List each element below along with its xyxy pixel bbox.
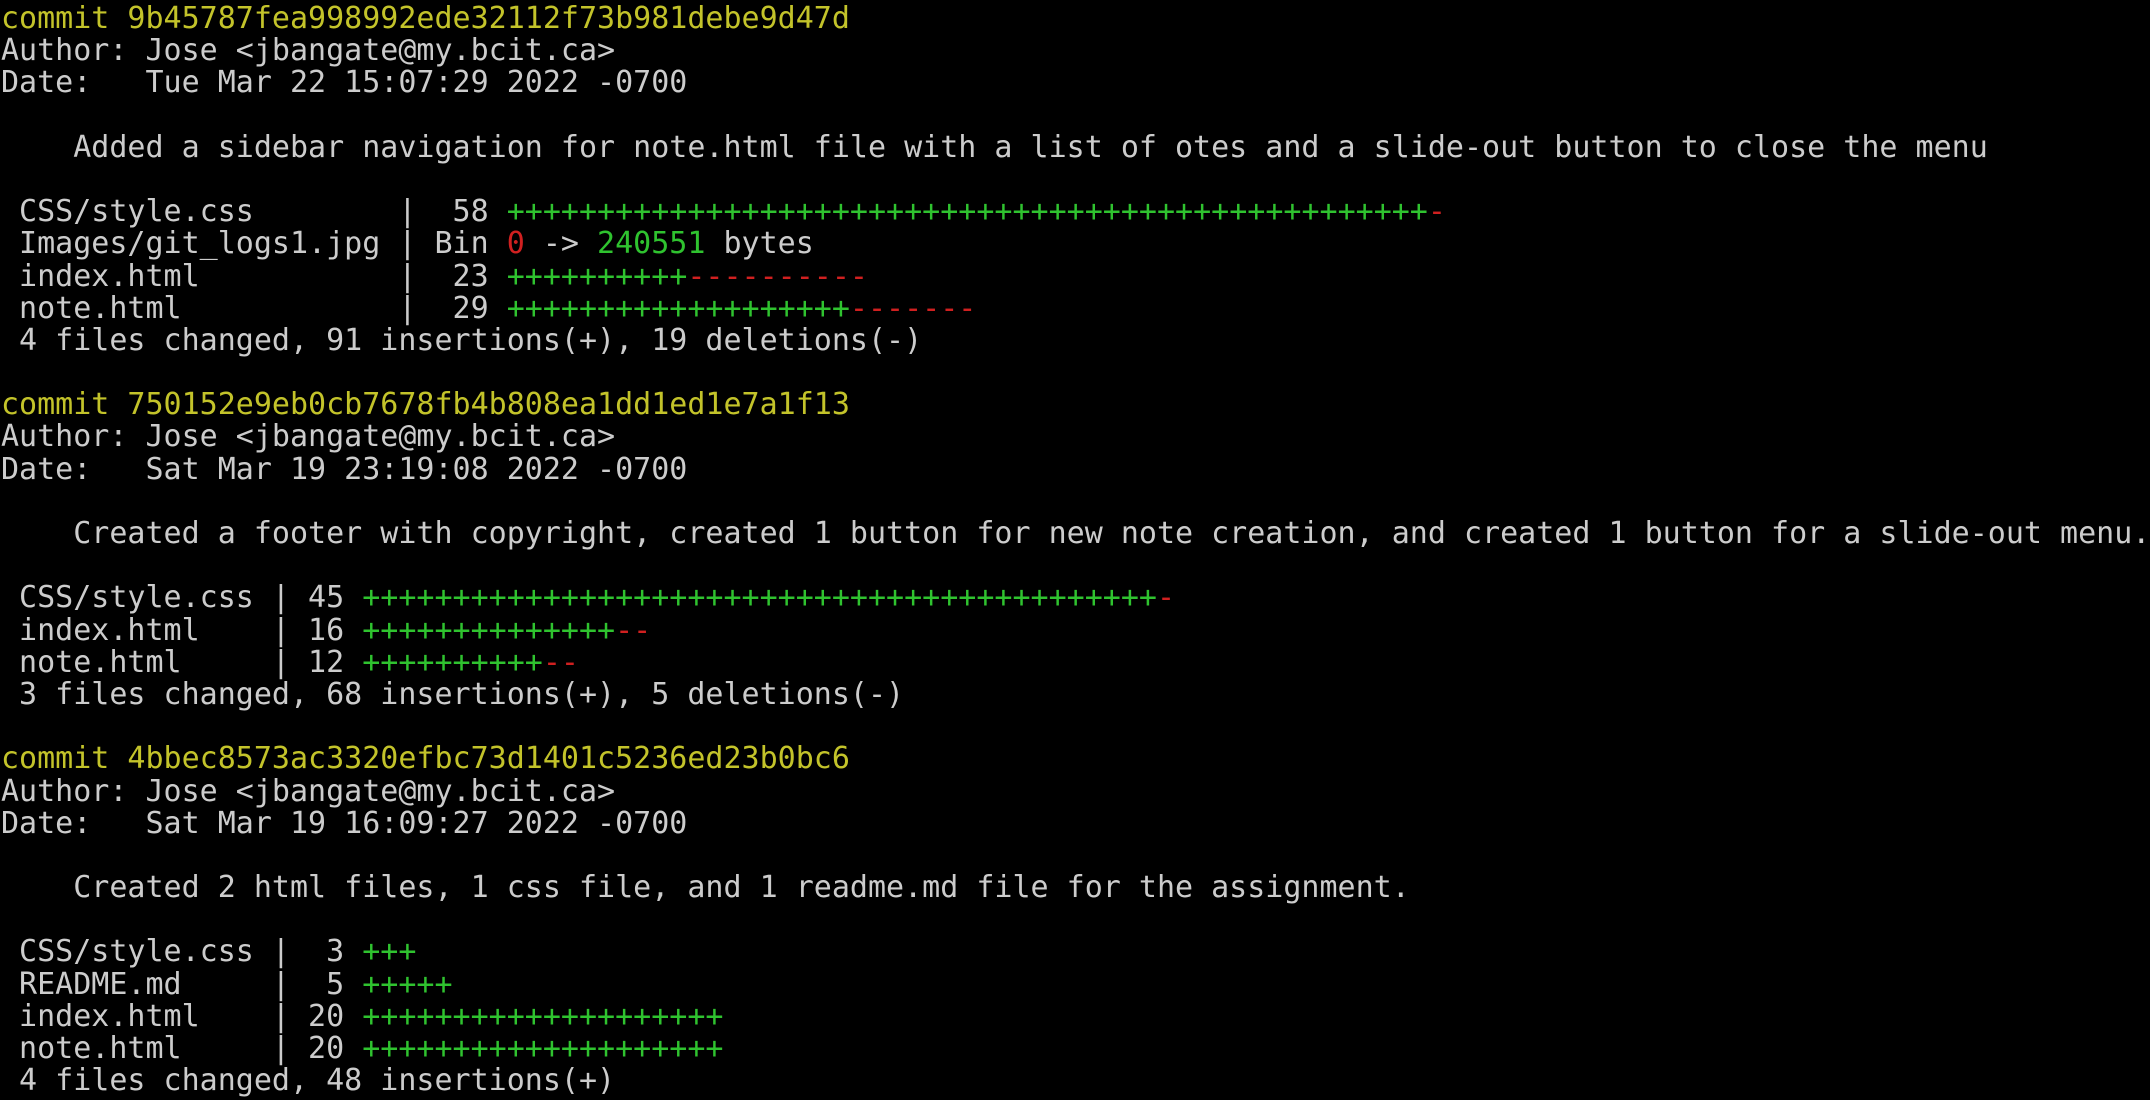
terminal-text: 4 files changed, 91 insertions(+), 19 de… bbox=[1, 322, 923, 358]
commit-message-line: Added a sidebar navigation for note.html… bbox=[1, 129, 2146, 165]
terminal-text: Created 2 html files, 1 css file, and 1 … bbox=[1, 870, 1410, 906]
insertions-marks: +++++++++++++++++++ bbox=[506, 290, 850, 326]
insertions-marks: ++++++++++++++++++++ bbox=[362, 1031, 724, 1066]
insertions-marks: ++++++++++++++++++++++++++++++++++++++++… bbox=[506, 194, 1428, 230]
terminal-text: index.html | 20 bbox=[1, 998, 363, 1034]
commit-date-line: Date: Tue Mar 22 15:07:29 2022 -0700 bbox=[1, 67, 2146, 99]
terminal-text: CSS/style.css | 58 bbox=[1, 194, 507, 230]
commit-hash-line: commit 750152e9eb0cb7678fb4b808ea1dd1ed1… bbox=[1, 389, 2146, 421]
diffstat-line: note.html | 20 ++++++++++++++++++++ bbox=[1, 1031, 2146, 1066]
commit-hash-text: commit 9b45787fea998992ede32112f73b981de… bbox=[1, 3, 850, 36]
terminal-text: Images/git_logs1.jpg | Bin bbox=[1, 226, 507, 262]
deletions-marks: ---------- bbox=[687, 258, 868, 294]
terminal-text: Created a footer with copyright, created… bbox=[1, 516, 2146, 551]
terminal-text: Author: Jose <jbangate@my.bcit.ca> bbox=[1, 33, 616, 69]
diffstat-line: CSS/style.css | 3 +++ bbox=[1, 936, 2146, 968]
commit-date-line: Date: Sat Mar 19 23:19:08 2022 -0700 bbox=[1, 451, 2146, 487]
insertions-marks: 240551 bbox=[597, 226, 706, 262]
insertions-marks: ++++++++++ bbox=[362, 644, 543, 680]
commit-hash-line: commit 4bbec8573ac3320efbc73d1401c5236ed… bbox=[1, 743, 2146, 775]
commit-date-line: Date: Sat Mar 19 16:09:27 2022 -0700 bbox=[1, 805, 2146, 841]
diffstat-line: note.html | 29 +++++++++++++++++++------… bbox=[1, 290, 2146, 326]
diffstat-line: CSS/style.css | 45 +++++++++++++++++++++… bbox=[1, 582, 2146, 614]
terminal-text: Date: Sat Mar 19 23:19:08 2022 -0700 bbox=[1, 451, 688, 487]
deletions-marks: - bbox=[1156, 580, 1176, 616]
terminal-text: Date: Sat Mar 19 16:09:27 2022 -0700 bbox=[1, 805, 688, 841]
terminal-text: note.html | 20 bbox=[1, 1031, 363, 1066]
commit-hash-text: commit 750152e9eb0cb7678fb4b808ea1dd1ed1… bbox=[1, 387, 850, 423]
terminal-text: CSS/style.css | 3 bbox=[1, 934, 363, 970]
deletions-marks: 0 bbox=[506, 226, 525, 262]
terminal-text: Date: Tue Mar 22 15:07:29 2022 -0700 bbox=[1, 65, 688, 101]
insertions-marks: +++++ bbox=[362, 966, 453, 1002]
insertions-marks: +++ bbox=[362, 934, 417, 970]
deletions-marks: ------- bbox=[849, 290, 977, 326]
diffstat-line: CSS/style.css | 58 +++++++++++++++++++++… bbox=[1, 196, 2146, 228]
deletions-marks: -- bbox=[542, 644, 579, 680]
commit-author-line: Author: Jose <jbangate@my.bcit.ca> bbox=[1, 773, 2146, 809]
diffstat-line: README.md | 5 +++++ bbox=[1, 966, 2146, 1002]
terminal-text: -> bbox=[524, 226, 598, 262]
commit-message-line: Created 2 html files, 1 css file, and 1 … bbox=[1, 870, 2146, 906]
terminal-text: bytes bbox=[705, 226, 814, 262]
terminal-output[interactable]: commit 9b45787fea998992ede32112f73b981de… bbox=[1, 3, 2146, 1097]
diffstat-line: note.html | 12 ++++++++++-- bbox=[1, 644, 2146, 680]
terminal-text: index.html | 23 bbox=[1, 258, 507, 294]
terminal-text: Author: Jose <jbangate@my.bcit.ca> bbox=[1, 419, 616, 455]
diffstat-line: index.html | 16 ++++++++++++++-- bbox=[1, 612, 2146, 648]
terminal-text: note.html | 12 bbox=[1, 644, 363, 680]
diffstat-line: index.html | 23 ++++++++++---------- bbox=[1, 258, 2146, 294]
commit-hash-line: commit 9b45787fea998992ede32112f73b981de… bbox=[1, 3, 2146, 35]
terminal-text: 3 files changed, 68 insertions(+), 5 del… bbox=[1, 676, 905, 712]
terminal-text: index.html | 16 bbox=[1, 612, 363, 648]
commit-author-line: Author: Jose <jbangate@my.bcit.ca> bbox=[1, 35, 2146, 67]
insertions-marks: ++++++++++++++++++++++++++++++++++++++++… bbox=[362, 580, 1157, 616]
deletions-marks: - bbox=[1427, 194, 1446, 230]
insertions-marks: ++++++++++ bbox=[506, 258, 688, 294]
terminal-text: 4 files changed, 48 insertions(+) bbox=[1, 1063, 616, 1097]
diffstat-line: index.html | 20 ++++++++++++++++++++ bbox=[1, 998, 2146, 1034]
insertions-marks: ++++++++++++++++++++ bbox=[362, 998, 724, 1034]
terminal-text: Added a sidebar navigation for note.html… bbox=[1, 129, 1988, 165]
commit-author-line: Author: Jose <jbangate@my.bcit.ca> bbox=[1, 421, 2146, 453]
diffstat-summary-line: 4 files changed, 91 insertions(+), 19 de… bbox=[1, 322, 2146, 358]
diffstat-summary-line: 3 files changed, 68 insertions(+), 5 del… bbox=[1, 676, 2146, 712]
commit-message-line: Created a footer with copyright, created… bbox=[1, 516, 2146, 551]
terminal-text: Author: Jose <jbangate@my.bcit.ca> bbox=[1, 773, 616, 809]
insertions-marks: ++++++++++++++ bbox=[362, 612, 616, 648]
terminal-text: note.html | 29 bbox=[1, 290, 507, 326]
terminal-text: README.md | 5 bbox=[1, 966, 363, 1002]
deletions-marks: -- bbox=[615, 612, 652, 648]
diffstat-line: Images/git_logs1.jpg | Bin 0 -> 240551 b… bbox=[1, 228, 2146, 260]
commit-hash-text: commit 4bbec8573ac3320efbc73d1401c5236ed… bbox=[1, 741, 850, 777]
terminal-text: CSS/style.css | 45 bbox=[1, 580, 363, 616]
diffstat-summary-line: 4 files changed, 48 insertions(+) bbox=[1, 1065, 2146, 1097]
